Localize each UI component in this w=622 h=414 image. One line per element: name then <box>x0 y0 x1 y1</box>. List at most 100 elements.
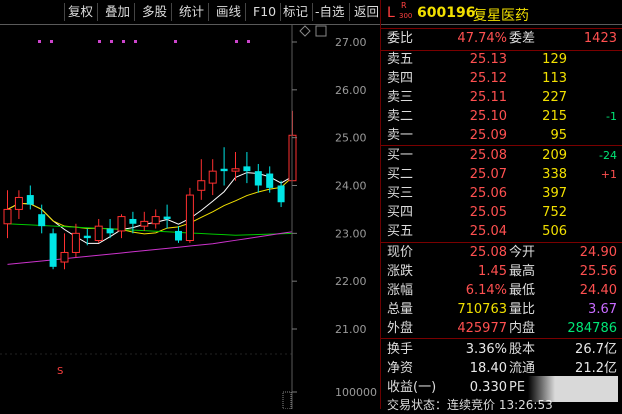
candle <box>14 190 23 219</box>
bid-change: +1 <box>600 168 617 181</box>
candle <box>175 226 182 243</box>
fundamental-value: 18.40 <box>469 361 507 376</box>
bid-price: 25.06 <box>469 186 507 201</box>
y-tick-label: 24.00 <box>335 180 367 193</box>
candle-body <box>151 216 160 225</box>
ask-price: 25.12 <box>469 71 507 86</box>
candle-body <box>163 216 171 219</box>
candle-body <box>14 196 23 210</box>
volume-axis-label: 100000 <box>335 386 377 399</box>
candle-body <box>243 166 251 172</box>
candle <box>220 147 228 186</box>
stat-row: 涨幅 6.14% 最低 24.40 <box>381 282 622 300</box>
stat-label: 量比 <box>509 302 536 317</box>
event-dot <box>50 40 53 43</box>
stat-row: 涨跌 1.45 最高 25.56 <box>381 263 622 281</box>
event-dot <box>174 40 177 43</box>
bid-label: 买五 <box>387 224 414 239</box>
ask-label: 卖四 <box>387 71 414 86</box>
stat-value: 3.67 <box>588 302 617 317</box>
toolbar-f10-button[interactable]: F10 <box>249 3 282 21</box>
candle-body <box>3 208 12 225</box>
candle <box>151 209 160 229</box>
fundamental-value: 26.7亿 <box>575 342 617 357</box>
kline-svg: 27.00 26.00 25.00 24.00 23.00 22.00 21.00 10000… <box>0 24 377 410</box>
event-dot <box>38 40 41 43</box>
ask-row: 卖五 25.13 129 <box>381 51 622 69</box>
bid-row: 买一 25.08 209 -24 <box>381 147 622 165</box>
weicha-value: 1423 <box>583 31 617 46</box>
toolbar-stats-button[interactable]: 统计 <box>175 3 210 21</box>
candles <box>3 110 297 270</box>
bid-row: 买三 25.06 397 <box>381 185 622 203</box>
candle <box>26 185 34 210</box>
bid-volume: 338 <box>542 167 567 182</box>
toolbar-back-button[interactable]: 返回 <box>350 3 383 21</box>
candle <box>208 159 217 196</box>
volume-bar <box>282 391 292 410</box>
ask-label: 卖一 <box>387 128 414 143</box>
stat-value: 25.56 <box>579 264 617 279</box>
y-axis-ticks: 27.00 26.00 25.00 24.00 23.00 22.00 21.00 10000… <box>291 24 377 409</box>
ask-row: 卖二 25.10 215 -1 <box>381 108 622 126</box>
stat-value: 284786 <box>567 321 617 336</box>
stat-label: 现价 <box>387 245 414 260</box>
stat-value: 1.45 <box>478 264 507 279</box>
bid-price: 25.05 <box>469 205 507 220</box>
candle <box>243 152 251 184</box>
bid-volume: 209 <box>542 148 567 163</box>
bid-row: 买四 25.05 752 <box>381 204 622 222</box>
trade-signal-marker: S <box>57 366 63 377</box>
bid-label: 买二 <box>387 167 414 182</box>
y-tick-label: 25.00 <box>335 132 367 145</box>
stat-row: 外盘 425977 内盘 284786 <box>381 320 622 338</box>
ask-row: 卖四 25.12 113 <box>381 70 622 88</box>
toolbar-watchlist-button[interactable]: -自选 <box>311 3 350 21</box>
candle-body <box>185 194 194 242</box>
event-dot <box>235 40 238 43</box>
toolbar-overlay-button[interactable]: 叠加 <box>101 3 136 21</box>
candle <box>49 228 57 270</box>
toolbar-blank <box>0 3 65 21</box>
candle-body <box>175 230 182 241</box>
divider <box>381 145 622 146</box>
ma10-line <box>7 176 293 235</box>
fundamental-value: 3.36% <box>465 342 507 357</box>
candle-body <box>197 180 206 191</box>
market-type-sub-top: R <box>401 1 407 10</box>
candle <box>94 218 103 243</box>
event-dot <box>98 40 101 43</box>
y-tick-label: 26.00 <box>335 84 367 97</box>
candle <box>140 211 149 231</box>
window-box-icon <box>315 25 327 37</box>
divider <box>381 242 622 243</box>
bid-volume: 752 <box>542 205 567 220</box>
ask-label: 卖二 <box>387 109 414 124</box>
kline-chart[interactable]: 27.00 26.00 25.00 24.00 23.00 22.00 21.00 10000… <box>0 24 380 410</box>
stat-value: 25.08 <box>469 245 507 260</box>
ask-volume: 95 <box>550 128 567 143</box>
toolbar-draw-line-button[interactable]: 画线 <box>212 3 247 21</box>
toolbar-fuquan-button[interactable]: 复权 <box>64 3 99 21</box>
y-tick-label: 21.00 <box>335 323 367 336</box>
bid-row: 买二 25.07 338 +1 <box>381 166 622 184</box>
ask-volume: 215 <box>542 109 567 124</box>
ask-volume: 129 <box>542 52 567 67</box>
toolbar-multi-stock-button[interactable]: 多股 <box>138 3 173 21</box>
candle-body <box>38 214 46 227</box>
candle-body <box>71 232 80 253</box>
ask-price: 25.09 <box>469 128 507 143</box>
candle <box>38 204 46 234</box>
event-dot <box>122 40 125 43</box>
stat-label: 涨幅 <box>387 283 414 298</box>
ask-price: 25.13 <box>469 52 507 67</box>
candle-body <box>220 168 228 172</box>
stat-value: 6.14% <box>465 283 507 298</box>
candle-body <box>277 185 285 203</box>
ask-row: 卖一 25.09 95 <box>381 127 622 145</box>
bid-row: 买五 25.04 506 <box>381 223 622 241</box>
toolbar-mark-button[interactable]: 标记 <box>279 3 314 21</box>
ask-change: -1 <box>606 110 617 123</box>
candle-body <box>254 171 262 186</box>
candle <box>83 228 91 246</box>
